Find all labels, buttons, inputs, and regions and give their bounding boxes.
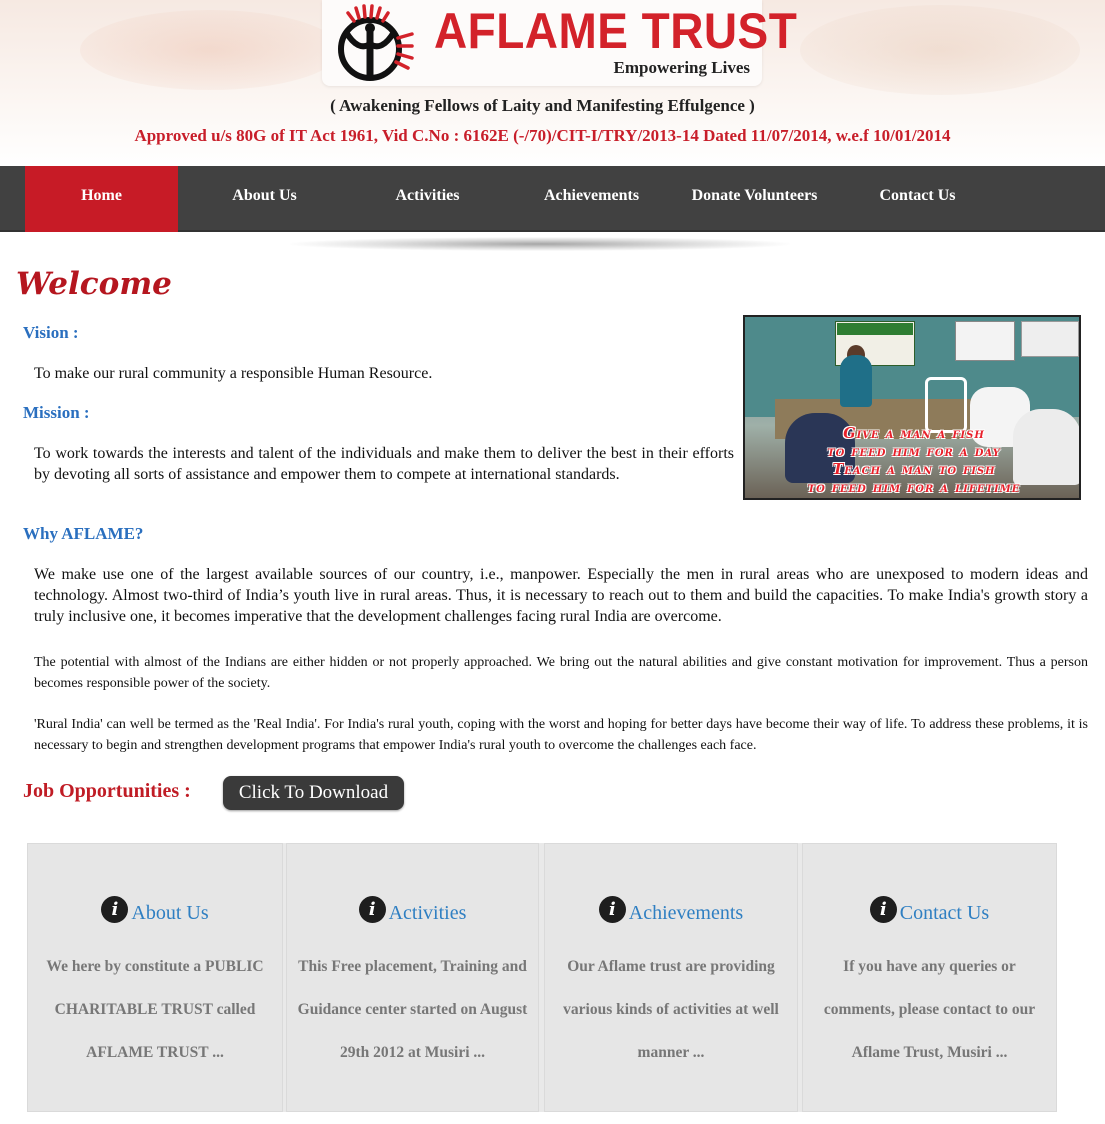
welcome-heading: Welcome (16, 266, 172, 302)
info-box-text: Our Aflame trust are providing various k… (563, 958, 779, 1061)
approval-notice: Approved u/s 80G of IT Act 1961, Vid C.N… (134, 126, 951, 145)
trust-office-photo: Give a man a fish to feed him for a day … (743, 315, 1081, 500)
nav-shadow-decoration (290, 237, 790, 251)
nav-item-donate-volunteers[interactable]: Donate Volunteers (678, 166, 831, 232)
mission-text: To work towards the interests and talent… (34, 445, 734, 483)
nav-item-contact-us[interactable]: Contact Us (841, 166, 994, 232)
photo-poster (955, 321, 1015, 361)
info-icon: i (869, 896, 897, 923)
info-boxes: i About Us We here by constitute a PUBLIC… (27, 843, 1057, 1112)
why-aflame-text: We make use one of the largest available… (34, 566, 1088, 625)
achievements-link[interactable]: Achievements (629, 902, 743, 924)
nav-item-home[interactable]: Home (25, 166, 178, 232)
nav-item-about-us[interactable]: About Us (188, 166, 341, 232)
info-box-text: If you have any queries or comments, ple… (823, 958, 1036, 1061)
info-box-activities: i Activities This Free placement, Trainin… (286, 843, 539, 1112)
logo[interactable]: AFLAME TRUST Empowering Lives (322, 0, 797, 86)
info-icon: i (101, 896, 129, 923)
info-icon: i (358, 896, 386, 923)
photo-caption-line: Teach a man to fish (832, 461, 996, 478)
logo-title: AFLAME TRUST (434, 3, 798, 59)
photo-caption-line: to feed him for a lifetime (807, 479, 1021, 496)
photo-poster-banner (837, 323, 913, 335)
nav-item-achievements[interactable]: Achievements (514, 166, 669, 232)
info-box-about-us: i About Us We here by constitute a PUBLIC… (27, 843, 283, 1112)
info-box-title: i Contact Us (803, 896, 1056, 925)
header-background-decoration (80, 10, 340, 90)
info-box-text: This Free placement, Training and Guidan… (297, 958, 528, 1061)
nav-item-activities[interactable]: Activities (351, 166, 504, 232)
rural-india-text: 'Rural India' can well be termed as the … (34, 717, 1088, 753)
info-box-contact-us: i Contact Us If you have any queries or c… (802, 843, 1057, 1112)
activities-link[interactable]: Activities (389, 902, 467, 924)
photo-caption-line: Give a man a fish (843, 425, 985, 442)
mission-heading: Mission : (23, 403, 90, 422)
contact-us-link[interactable]: Contact Us (900, 902, 989, 924)
aflame-logo-icon (338, 4, 414, 81)
header-background-decoration (800, 5, 1080, 95)
header-subtitle: ( Awakening Fellows of Laity and Manifes… (330, 96, 755, 115)
info-icon: i (598, 896, 626, 923)
photo-person (840, 355, 872, 407)
info-box-title: i Activities (287, 896, 538, 925)
potential-text: The potential with almost of the Indians… (34, 655, 1088, 691)
info-box-title: i Achievements (545, 896, 797, 925)
why-aflame-heading: Why AFLAME? (23, 524, 144, 543)
photo-caption-line: to feed him for a day (827, 443, 1001, 460)
vision-heading: Vision : (23, 323, 79, 342)
about-us-link[interactable]: About Us (131, 902, 208, 924)
info-box-title: i About Us (28, 896, 282, 925)
main-nav: Home About Us Activities Achievements Do… (0, 166, 1105, 232)
download-button[interactable]: Click To Download (223, 776, 404, 810)
info-box-achievements: i Achievements Our Aflame trust are provi… (544, 843, 798, 1112)
site-header: AFLAME TRUST Empowering Lives ( Awakenin… (0, 0, 1105, 166)
info-box-text: We here by constitute a PUBLIC CHARITABL… (46, 958, 264, 1061)
vision-text: To make our rural community a responsibl… (34, 365, 433, 382)
photo-poster (1021, 321, 1079, 357)
logo-tagline: Empowering Lives (613, 58, 750, 77)
job-opportunities-label: Job Opportunities : (23, 780, 191, 802)
